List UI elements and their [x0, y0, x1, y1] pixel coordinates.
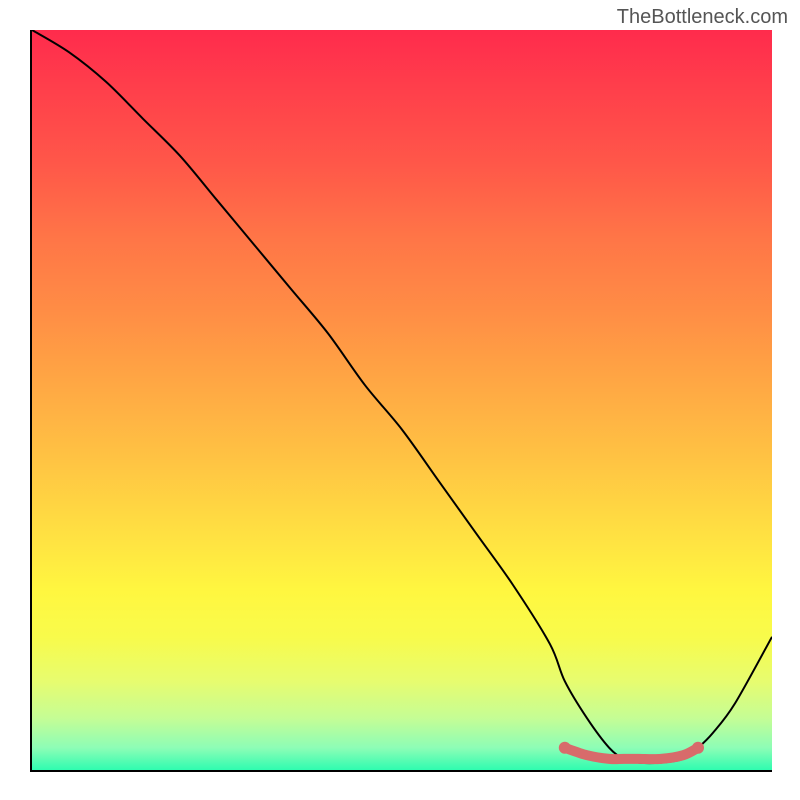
watermark-text: TheBottleneck.com — [617, 6, 788, 29]
marker-band-line — [565, 748, 698, 759]
plot-area — [30, 30, 772, 772]
chart-svg — [32, 30, 772, 770]
marker-dot — [692, 742, 704, 754]
marker-dot — [559, 742, 571, 754]
chart-container: TheBottleneck.com — [0, 0, 800, 800]
main-curve-line — [32, 30, 772, 763]
